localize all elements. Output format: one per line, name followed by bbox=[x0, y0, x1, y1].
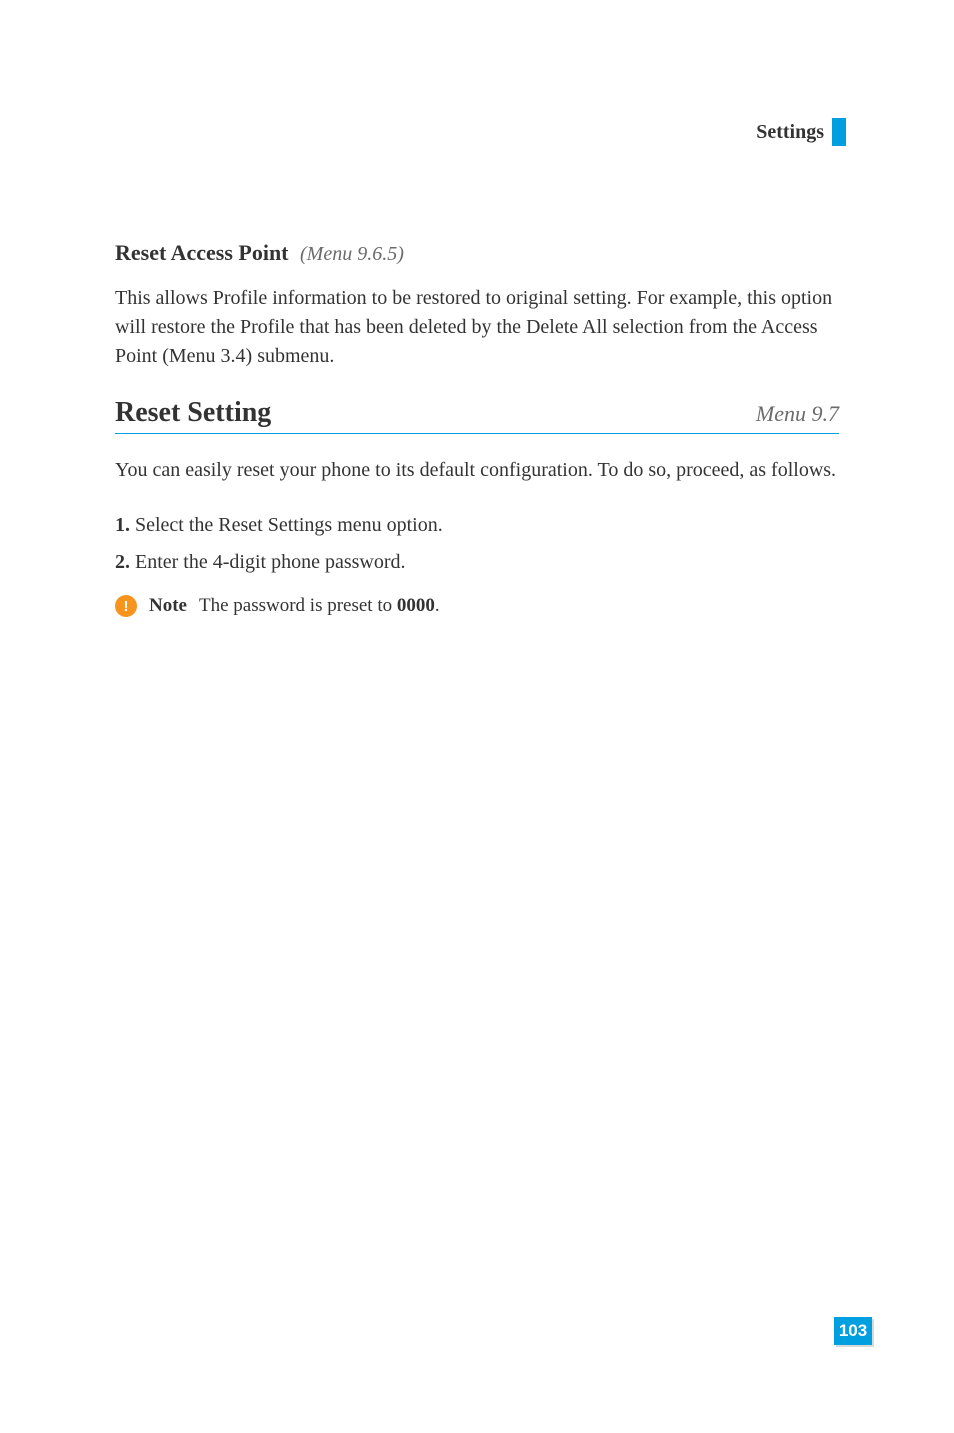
section-intro-text: You can easily reset your phone to its d… bbox=[115, 456, 839, 485]
note-value: 0000 bbox=[397, 595, 435, 616]
note-label: Note bbox=[149, 595, 187, 617]
page-number-badge: 103 bbox=[834, 1317, 872, 1345]
page-number-text: 103 bbox=[839, 1321, 867, 1341]
subsection-menu-ref: (Menu 9.6.5) bbox=[300, 243, 404, 265]
section-title: Reset Setting bbox=[115, 397, 271, 429]
step-number: 1. bbox=[115, 514, 130, 536]
page-header: Settings bbox=[756, 118, 846, 146]
section-menu-label: Menu 9.7 bbox=[756, 401, 839, 427]
note-text: The password is preset to 0000. bbox=[199, 595, 440, 617]
note-row: ! Note The password is preset to 0000. bbox=[115, 595, 839, 617]
note-suffix: . bbox=[435, 595, 440, 616]
subsection-heading: Reset Access Point (Menu 9.6.5) bbox=[115, 240, 839, 266]
subsection-title-text: Reset Access Point bbox=[115, 240, 289, 265]
alert-icon: ! bbox=[115, 595, 137, 617]
list-item: 1. Select the Reset Settings menu option… bbox=[115, 511, 839, 540]
step-text: Enter the 4-digit phone password. bbox=[130, 551, 406, 573]
step-number: 2. bbox=[115, 551, 130, 573]
header-accent-marker bbox=[832, 118, 846, 146]
section-heading-row: Reset Setting Menu 9.7 bbox=[115, 397, 839, 434]
note-prefix: The password is preset to bbox=[199, 595, 397, 616]
header-section-label: Settings bbox=[756, 121, 824, 144]
subsection-body-text: This allows Profile information to be re… bbox=[115, 284, 839, 371]
list-item: 2. Enter the 4-digit phone password. bbox=[115, 548, 839, 577]
step-text: Select the Reset Settings menu option. bbox=[130, 514, 443, 536]
page-content: Reset Access Point (Menu 9.6.5) This all… bbox=[115, 240, 839, 617]
